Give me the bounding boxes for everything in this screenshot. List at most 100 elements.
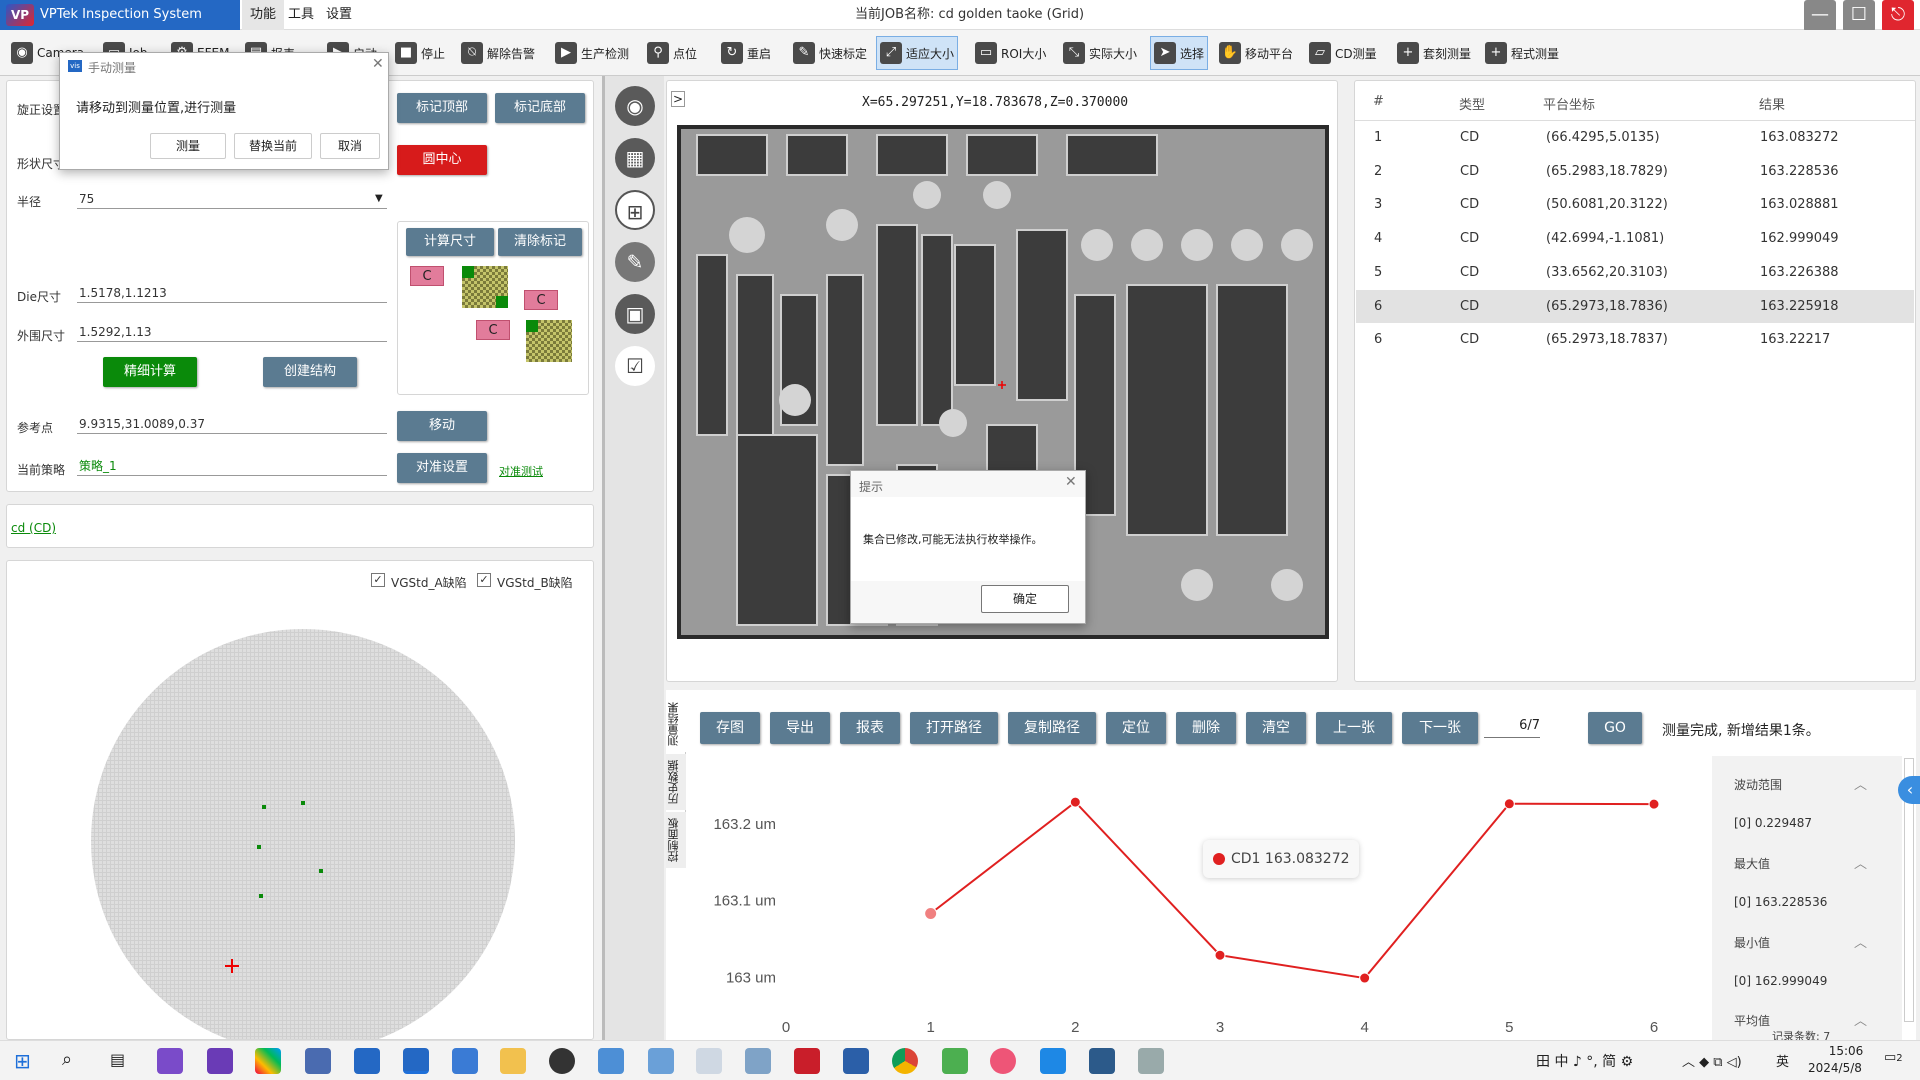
- ref-point-field[interactable]: 9.9315,31.0089,0.37: [77, 414, 387, 434]
- ime-mode[interactable]: 英: [1776, 1051, 1789, 1070]
- table-row[interactable]: 6 CD (65.2973,18.7837) 163.22217: [1356, 323, 1914, 356]
- radius-select[interactable]: 75: [77, 189, 387, 209]
- spreadsheet-icon[interactable]: [942, 1048, 968, 1074]
- open-path-button[interactable]: 打开路径: [910, 712, 998, 744]
- copy-path-button[interactable]: 复制路径: [1008, 712, 1096, 744]
- table-row[interactable]: 6 CD (65.2973,18.7836) 163.225918: [1356, 289, 1914, 323]
- page-indicator[interactable]: 6/7: [1484, 718, 1540, 738]
- toolbar-stop-button[interactable]: ■ 停止: [392, 36, 448, 70]
- next-button[interactable]: 下一张: [1402, 712, 1478, 744]
- col-coord-header[interactable]: 平台坐标: [1543, 94, 1595, 113]
- file-explorer-icon[interactable]: [500, 1048, 526, 1074]
- export-button[interactable]: 导出: [770, 712, 830, 744]
- monitor-app-icon[interactable]: [1138, 1048, 1164, 1074]
- chevron-up-icon[interactable]: ︿: [1854, 932, 1867, 951]
- expand-button[interactable]: >: [671, 91, 685, 107]
- wafer-list-icon[interactable]: ⊞: [615, 190, 655, 230]
- menu-tools[interactable]: 工具: [280, 0, 322, 30]
- ok-button[interactable]: 确定: [981, 585, 1069, 613]
- cd-job-link[interactable]: cd (CD): [11, 521, 56, 535]
- chevron-down-icon[interactable]: ▼: [375, 193, 383, 204]
- menu-settings[interactable]: 设置: [318, 0, 360, 30]
- app-tiles-icon[interactable]: [255, 1048, 281, 1074]
- image-frame-icon[interactable]: ▣: [615, 294, 655, 334]
- remote-desktop-icon[interactable]: [305, 1048, 331, 1074]
- ide-app-icon[interactable]: [843, 1048, 869, 1074]
- checklist-icon[interactable]: ☑: [615, 346, 655, 386]
- delete-button[interactable]: 删除: [1176, 712, 1236, 744]
- notepad-icon[interactable]: [598, 1048, 624, 1074]
- align-settings-button[interactable]: 对准设置: [397, 453, 487, 483]
- toolbar-plus-box-button[interactable]: + 程式测量: [1482, 36, 1562, 70]
- move-button[interactable]: 移动: [397, 411, 487, 441]
- settings-app-icon[interactable]: [745, 1048, 771, 1074]
- chevron-up-icon[interactable]: ︿: [1854, 853, 1867, 872]
- col-index-header[interactable]: #: [1373, 94, 1384, 109]
- ruler-diag-icon[interactable]: ✎: [615, 242, 655, 282]
- table-row[interactable]: 1 CD (66.4295,5.0135) 163.083272: [1356, 121, 1914, 154]
- search-icon[interactable]: ⌕: [62, 1049, 72, 1070]
- pdf-app-icon[interactable]: [794, 1048, 820, 1074]
- windows-start-icon[interactable]: ⊞: [14, 1049, 31, 1073]
- toolbar-bell-off-button[interactable]: ⍉ 解除告警: [458, 36, 538, 70]
- toolbar-fit-size-button[interactable]: ⤢ 适应大小: [876, 36, 959, 70]
- visual-studio-icon[interactable]: [157, 1048, 183, 1074]
- clock-date[interactable]: 2024/5/8: [1808, 1061, 1862, 1075]
- maximize-button[interactable]: ☐: [1843, 0, 1875, 32]
- clear-marks-button[interactable]: 清除标记: [498, 228, 582, 256]
- visual-studio-2-icon[interactable]: [207, 1048, 233, 1074]
- create-struct-button[interactable]: 创建结构: [263, 357, 357, 387]
- mark-bottom-button[interactable]: 标记底部: [495, 93, 585, 123]
- table-row[interactable]: 5 CD (33.6562,20.3103) 163.226388: [1356, 256, 1914, 289]
- report-button[interactable]: 报表: [840, 712, 900, 744]
- ime-tray[interactable]: 田 中 ♪ °, 简 ⚙: [1536, 1051, 1633, 1071]
- msg-app-icon[interactable]: [549, 1048, 575, 1074]
- vis-app-icon[interactable]: [354, 1048, 380, 1074]
- chevron-up-icon[interactable]: ︿: [1854, 1010, 1867, 1029]
- fine-calc-button[interactable]: 精细计算: [103, 357, 197, 387]
- store-icon[interactable]: [1040, 1048, 1066, 1074]
- toolbar-play-button[interactable]: ▶ 生产检测: [552, 36, 632, 70]
- locate-button[interactable]: 定位: [1106, 712, 1166, 744]
- mark-top-button[interactable]: 标记顶部: [397, 93, 487, 123]
- toolbar-expand-button[interactable]: ⤡ 实际大小: [1060, 36, 1140, 70]
- exit-button[interactable]: ⎋: [1882, 0, 1914, 32]
- go-button[interactable]: GO: [1588, 712, 1642, 744]
- tray-icons[interactable]: ︿ ◆ ⧉ ◁): [1682, 1051, 1742, 1070]
- tab-measure-results[interactable]: 测量结果: [666, 696, 686, 752]
- wafer-map[interactable]: [7, 561, 594, 1040]
- collapse-panel-button[interactable]: ‹: [1898, 776, 1920, 804]
- col-type-header[interactable]: 类型: [1459, 94, 1485, 113]
- clear-button[interactable]: 清空: [1246, 712, 1306, 744]
- toolbar-ruler-button[interactable]: ▱ CD测量: [1306, 36, 1380, 70]
- vis-app-active-icon[interactable]: [403, 1048, 429, 1074]
- cancel-button[interactable]: 取消: [320, 133, 380, 159]
- toolbar-plus-box-button[interactable]: + 套刻测量: [1394, 36, 1474, 70]
- window-app-icon[interactable]: [452, 1048, 478, 1074]
- chrome-icon[interactable]: [892, 1048, 918, 1074]
- table-row[interactable]: 4 CD (42.6994,-1.1081) 162.999049: [1356, 222, 1914, 255]
- prev-button[interactable]: 上一张: [1316, 712, 1392, 744]
- circle-center-button[interactable]: 圆中心: [397, 145, 487, 175]
- media-app-icon[interactable]: [1089, 1048, 1115, 1074]
- grid-sphere-icon[interactable]: ▦: [615, 138, 655, 178]
- menu-function[interactable]: 功能: [242, 0, 285, 30]
- mail-icon[interactable]: [696, 1048, 722, 1074]
- outer-size-field[interactable]: 1.5292,1.13: [77, 322, 387, 342]
- close-icon[interactable]: ✕: [1065, 474, 1077, 490]
- toolbar-restart-button[interactable]: ↻ 重启: [718, 36, 774, 70]
- col-result-header[interactable]: 结果: [1759, 94, 1785, 113]
- tab-history[interactable]: 历史数据: [666, 754, 686, 810]
- notification-icon[interactable]: ▭2: [1884, 1050, 1903, 1065]
- align-test-link[interactable]: 对准测试: [499, 463, 543, 479]
- calc-size-button[interactable]: 计算尺寸: [406, 228, 494, 256]
- task-view-icon[interactable]: ▤: [110, 1050, 125, 1069]
- replace-current-button[interactable]: 替换当前: [234, 133, 312, 159]
- die-size-field[interactable]: 1.5178,1.1213: [77, 283, 387, 303]
- table-row[interactable]: 2 CD (65.2983,18.7829) 163.228536: [1356, 155, 1914, 188]
- save-image-button[interactable]: 存图: [700, 712, 760, 744]
- clock-time[interactable]: 15:06: [1816, 1044, 1876, 1058]
- toolbar-roi-rect-button[interactable]: ▭ ROI大小: [972, 36, 1049, 70]
- strategy-field[interactable]: 策略_1: [77, 456, 387, 476]
- tools-icon[interactable]: [648, 1048, 674, 1074]
